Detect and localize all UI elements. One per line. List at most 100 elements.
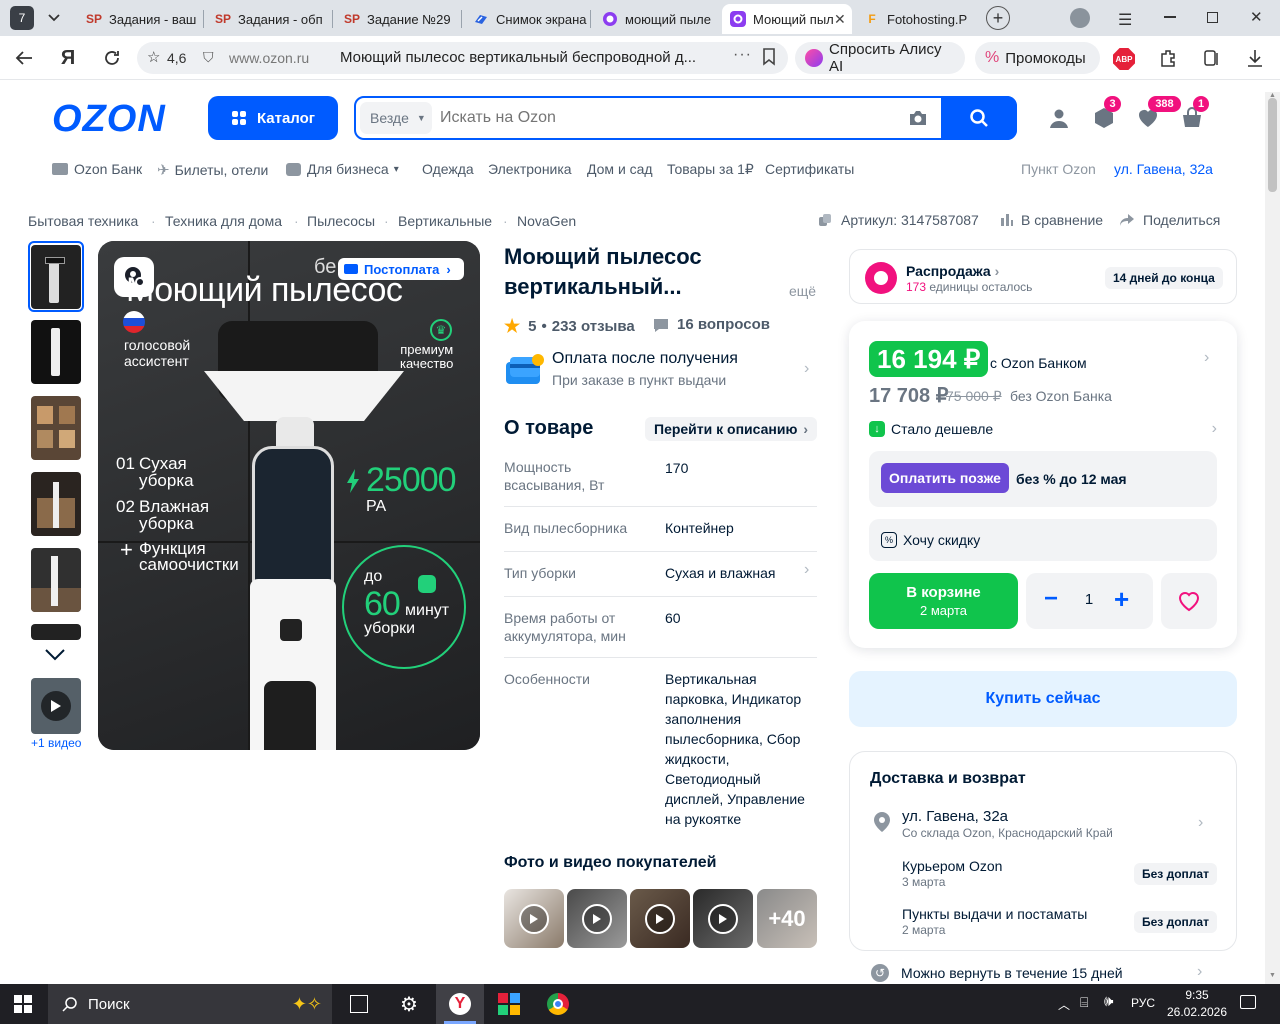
taskbar-search-box[interactable]: Поиск ✦✧ xyxy=(48,984,332,1024)
menu-icon[interactable]: ☰ xyxy=(1118,10,1132,30)
browser-tab-1[interactable]: SP Задания - ваш xyxy=(78,4,202,34)
adblock-icon[interactable]: ABP xyxy=(1113,48,1135,70)
buyer-video-1[interactable] xyxy=(504,889,564,948)
clock-date[interactable]: 26.02.2026 xyxy=(1166,1005,1228,1019)
notifications-icon[interactable] xyxy=(1240,995,1256,1009)
title-more-link[interactable]: ещё xyxy=(789,283,816,299)
chevron-down-icon[interactable] xyxy=(40,6,68,30)
bookmark-icon[interactable] xyxy=(762,48,776,71)
browser-tab-7[interactable]: F Fotohosting.P xyxy=(856,4,980,34)
new-tab-icon[interactable]: + xyxy=(986,6,1010,30)
clock-time[interactable]: 9:35 xyxy=(1166,988,1228,1002)
page-scrollbar[interactable]: ▲ ▼ xyxy=(1265,92,1280,984)
volume-icon[interactable]: 🕪 xyxy=(1104,993,1113,1010)
task-view-icon[interactable] xyxy=(350,995,368,1013)
video-thumbnail[interactable] xyxy=(31,678,81,734)
breadcrumb-item[interactable]: Бытовая техника xyxy=(28,213,138,229)
search-input[interactable] xyxy=(440,104,900,132)
browser-tab-5[interactable]: моющий пыле xyxy=(594,4,718,34)
thumbnail-4[interactable] xyxy=(31,472,81,536)
breadcrumb-item[interactable]: Пылесосы xyxy=(307,213,375,229)
video-count-label[interactable]: +1 видео xyxy=(31,736,81,750)
browser-tab-2[interactable]: SP Задания - обп xyxy=(207,4,331,34)
menu-item-tickets[interactable]: ✈ Билеты, отели xyxy=(157,161,268,179)
to-description-button[interactable]: Перейти к описанию › xyxy=(645,417,818,441)
returns-row[interactable]: ↺ Можно вернуть в течение 15 дней › xyxy=(849,955,1237,984)
delivery-address[interactable]: ул. Гавена, 32а xyxy=(902,808,1008,825)
questions-link[interactable]: 16 вопросов xyxy=(653,316,770,333)
alice-button[interactable]: Спросить Алису AI xyxy=(795,41,965,75)
buyer-video-3[interactable] xyxy=(630,889,690,948)
minus-button[interactable]: − xyxy=(1044,587,1058,611)
download-icon[interactable] xyxy=(1246,48,1264,73)
breadcrumb-item[interactable]: Вертикальные xyxy=(398,213,492,229)
pickup-address-link[interactable]: ул. Гавена, 32а xyxy=(1114,161,1213,177)
tray-chevron-up-icon[interactable]: ︿ xyxy=(1058,996,1070,1013)
restore-icon[interactable] xyxy=(1207,12,1218,23)
search-scope-select[interactable]: Везде ▼ xyxy=(360,102,432,134)
thumbnail-3[interactable] xyxy=(31,396,81,460)
promo-button[interactable]: % Промокоды xyxy=(975,42,1100,74)
window-close-icon[interactable]: ✕ xyxy=(1250,8,1263,26)
menu-item-home[interactable]: Дом и сад xyxy=(587,161,653,177)
sale-banner[interactable]: Распродажа › 173 единицы осталось 14 дней… xyxy=(849,249,1237,304)
plus-button[interactable]: + xyxy=(1114,586,1129,612)
want-discount-button[interactable]: % Хочу скидку xyxy=(869,519,1217,561)
ozon-logo[interactable]: OZON xyxy=(52,98,166,141)
language-indicator[interactable]: РУС xyxy=(1131,996,1155,1010)
thumbnail-1[interactable] xyxy=(31,245,81,309)
search-button[interactable] xyxy=(941,96,1017,140)
scrollbar-thumb[interactable] xyxy=(1268,98,1277,192)
share-button[interactable]: Поделиться xyxy=(1119,212,1220,228)
chevron-down-icon[interactable] xyxy=(44,648,66,667)
menu-item-business[interactable]: Для бизнеса ▾ xyxy=(286,161,399,177)
buyer-video-2[interactable] xyxy=(567,889,627,948)
catalog-button[interactable]: Каталог xyxy=(208,96,338,140)
thumbnail-2[interactable] xyxy=(31,320,81,384)
close-icon[interactable]: ✕ xyxy=(834,11,846,28)
menu-item-certificates[interactable]: Сертификаты xyxy=(765,161,854,177)
chrome-icon[interactable] xyxy=(547,993,569,1015)
payment-after-receipt[interactable]: Оплата после получения При заказе в пунк… xyxy=(504,350,817,390)
pay-later-button[interactable]: Оплатить позже xyxy=(881,463,1009,493)
buy-now-button[interactable]: Купить сейчас xyxy=(849,671,1237,727)
rating-row[interactable]: ★ 5 • 233 отзыва xyxy=(504,316,635,337)
back-arrow-icon[interactable] xyxy=(10,44,38,72)
main-product-image[interactable]: Постоплата › бе Моющий пылесос голосовой… xyxy=(98,241,480,750)
buyer-video-4[interactable] xyxy=(693,889,753,948)
favorite-button[interactable] xyxy=(1161,573,1217,629)
more-icon[interactable]: ··· xyxy=(733,46,752,64)
browser-tab-4[interactable]: Снимок экрана xyxy=(465,4,589,34)
collections-icon[interactable] xyxy=(1202,48,1222,73)
in-cart-button[interactable]: В корзине 2 марта xyxy=(869,573,1018,629)
settings-gear-icon[interactable]: ⚙ xyxy=(400,992,418,1017)
courier-option[interactable]: Курьером Ozon xyxy=(902,858,1002,874)
user-icon[interactable] xyxy=(1047,106,1071,130)
minimize-icon[interactable] xyxy=(1164,16,1176,18)
thumbnail-6[interactable] xyxy=(31,624,81,640)
yandex-icon[interactable]: Я xyxy=(54,44,82,72)
tab-counter[interactable]: 7 xyxy=(10,6,34,30)
paint-app-icon[interactable] xyxy=(498,993,520,1015)
extensions-icon[interactable] xyxy=(1158,48,1178,73)
url-bar[interactable]: ☆ 4,6 ⛉ www.ozon.ru Моющий пылесос верти… xyxy=(137,42,788,74)
pay-later-row[interactable]: Оплатить позже без % до 12 мая xyxy=(869,451,1217,507)
reload-icon[interactable] xyxy=(98,44,126,72)
breadcrumb-item[interactable]: NovaGen xyxy=(517,213,576,229)
menu-item-electronics[interactable]: Электроника xyxy=(488,161,572,177)
article-number[interactable]: Артикул: 3147587087 xyxy=(818,212,979,228)
network-icon[interactable]: ⌸ xyxy=(1080,994,1088,1011)
menu-item-ozon-bank[interactable]: Ozon Банк xyxy=(52,161,142,177)
chevron-right-icon[interactable]: › xyxy=(1204,349,1209,367)
camera-icon[interactable] xyxy=(908,109,928,132)
menu-item-1rub[interactable]: Товары за 1₽ xyxy=(667,161,754,178)
browser-tab-3[interactable]: SP Задание №29 xyxy=(336,4,460,34)
price-drop-row[interactable]: ↓ Стало дешевле › xyxy=(869,420,1217,438)
browser-tab-6-active[interactable]: Моющий пыл ✕ xyxy=(722,4,852,34)
chevron-right-icon[interactable]: › xyxy=(1198,814,1203,832)
buyer-media-more[interactable]: +40 xyxy=(757,889,817,948)
breadcrumb-item[interactable]: Техника для дома xyxy=(165,213,282,229)
windows-start-icon[interactable] xyxy=(14,995,32,1013)
spec-value-link[interactable]: Сухая и влажная xyxy=(665,563,775,583)
thumbnail-5[interactable] xyxy=(31,548,81,612)
